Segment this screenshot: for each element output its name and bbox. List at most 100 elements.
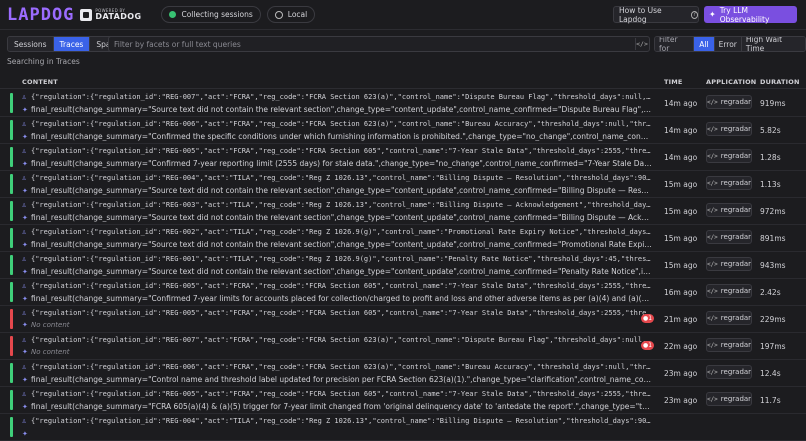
tab-sessions[interactable]: Sessions — [8, 37, 54, 51]
trace-time: 22m ago — [664, 342, 698, 351]
local-mode-button[interactable]: Local — [266, 6, 316, 23]
code-icon: </> — [706, 368, 718, 376]
sparkle-icon: ✦ — [22, 133, 28, 141]
trace-row[interactable]: ♙ {"regulation":{"regulation_id":"REG-005… — [0, 279, 806, 306]
trace-time: 23m ago — [664, 369, 698, 378]
filter-high-wait-button[interactable]: High Wait Time — [741, 37, 805, 51]
trace-input: ♙ {"regulation":{"regulation_id":"REG-007… — [22, 93, 652, 101]
trace-row[interactable]: ♙ {"regulation":{"regulation_id":"REG-006… — [0, 117, 806, 144]
sparkle-icon: ✦ — [22, 241, 28, 249]
trace-output: ✦ final_result(change_summary="Source tex… — [22, 186, 652, 195]
filter-error-button[interactable]: Error — [714, 37, 742, 51]
sparkle-icon: ✦ — [22, 295, 28, 303]
trace-row[interactable]: ♙ {"regulation":{"regulation_id":"REG-004… — [0, 414, 806, 441]
user-icon: ♙ — [22, 201, 27, 209]
code-icon: </> — [706, 341, 718, 349]
col-duration[interactable]: DURATION — [760, 78, 800, 86]
code-icon: </> — [706, 233, 718, 241]
trace-row[interactable]: ♙ {"regulation":{"regulation_id":"REG-007… — [0, 90, 806, 117]
searching-label: Searching in Traces — [7, 57, 80, 66]
collecting-status[interactable]: Collecting sessions — [161, 6, 261, 23]
error-count-badge: ● 1 — [641, 341, 655, 350]
trace-input: ♙ {"regulation":{"regulation_id":"REG-001… — [22, 255, 652, 263]
application-tag[interactable]: </> regradar — [706, 122, 752, 136]
filter-bar: Sessions Traces Spans </> Filter for All… — [0, 36, 806, 54]
trace-input: ♙ {"regulation":{"regulation_id":"REG-006… — [22, 120, 652, 128]
application-tag[interactable]: </> regradar — [706, 365, 752, 379]
datadog-badge: POWERED BY DATADOG — [80, 8, 141, 21]
trace-row[interactable]: ♙ {"regulation":{"regulation_id":"REG-005… — [0, 306, 806, 333]
trace-duration: 1.28s — [760, 153, 781, 162]
code-icon: </> — [706, 395, 718, 403]
trace-output: ✦ final_result(change_summary="Source tex… — [22, 105, 652, 114]
trace-time: 21m ago — [664, 315, 698, 324]
col-content[interactable]: CONTENT — [22, 78, 58, 86]
col-application[interactable]: APPLICATION — [706, 78, 756, 86]
trace-input: ♙ {"regulation":{"regulation_id":"REG-002… — [22, 228, 652, 236]
search-box: </> — [108, 36, 650, 52]
status-bar — [10, 417, 13, 437]
application-tag[interactable]: </> regradar — [706, 230, 752, 244]
trace-row[interactable]: ♙ {"regulation":{"regulation_id":"REG-003… — [0, 198, 806, 225]
trace-duration: 197ms — [760, 342, 786, 351]
try-llm-button[interactable]: ✦ Try LLM Observability — [704, 5, 797, 24]
trace-duration: 12.4s — [760, 369, 781, 378]
status-bar — [10, 174, 13, 194]
trace-input: ♙ {"regulation":{"regulation_id":"REG-004… — [22, 417, 652, 425]
trace-duration: 972ms — [760, 207, 786, 216]
user-icon: ♙ — [22, 147, 27, 155]
status-bar — [10, 120, 13, 140]
filter-for-group: Filter for All Error High Wait Time — [654, 36, 806, 52]
trace-time: 15m ago — [664, 207, 698, 216]
lapdog-logo[interactable]: LAPDOG — [7, 5, 74, 25]
code-icon: </> — [706, 314, 718, 322]
status-bar — [10, 363, 13, 383]
status-bar — [10, 228, 13, 248]
application-tag[interactable]: </> regradar — [706, 203, 752, 217]
status-bar — [10, 147, 13, 167]
application-tag[interactable]: </> regradar — [706, 284, 752, 298]
application-tag[interactable]: </> regradar — [706, 149, 752, 163]
trace-row[interactable]: ♙ {"regulation":{"regulation_id":"REG-001… — [0, 252, 806, 279]
filter-all-button[interactable]: All — [694, 37, 715, 51]
status-bar — [10, 282, 13, 302]
trace-duration: 5.82s — [760, 126, 781, 135]
trace-time: 23m ago — [664, 396, 698, 405]
top-bar: LAPDOG POWERED BY DATADOG Collecting ses… — [0, 0, 806, 30]
code-icon: </> — [706, 287, 718, 295]
user-icon: ♙ — [22, 228, 27, 236]
trace-row[interactable]: ♙ {"regulation":{"regulation_id":"REG-007… — [0, 333, 806, 360]
trace-row[interactable]: ♙ {"regulation":{"regulation_id":"REG-005… — [0, 387, 806, 414]
col-time[interactable]: TIME — [664, 78, 683, 86]
trace-row[interactable]: ♙ {"regulation":{"regulation_id":"REG-002… — [0, 225, 806, 252]
application-tag[interactable]: </> regradar — [706, 392, 752, 406]
trace-time: 15m ago — [664, 261, 698, 270]
user-icon: ♙ — [22, 363, 27, 371]
try-llm-label: Try LLM Observability — [719, 5, 770, 24]
how-to-label: How to Use Lapdog — [619, 5, 662, 24]
user-icon: ♙ — [22, 417, 27, 425]
trace-row[interactable]: ♙ {"regulation":{"regulation_id":"REG-006… — [0, 360, 806, 387]
sparkle-icon: ✦ — [22, 214, 28, 222]
how-to-button[interactable]: How to Use Lapdog ? — [613, 5, 699, 24]
trace-output: ✦ final_result(change_summary="Control na… — [22, 375, 652, 384]
application-tag[interactable]: </> regradar — [706, 95, 752, 109]
help-icon: ? — [690, 10, 698, 19]
trace-input: ♙ {"regulation":{"regulation_id":"REG-007… — [22, 336, 652, 344]
sparkle-icon: ✦ — [22, 106, 28, 114]
trace-row[interactable]: ♙ {"regulation":{"regulation_id":"REG-004… — [0, 171, 806, 198]
code-icon[interactable]: </> — [635, 38, 648, 50]
tab-traces[interactable]: Traces — [53, 37, 91, 51]
trace-row[interactable]: ♙ {"regulation":{"regulation_id":"REG-005… — [0, 144, 806, 171]
trace-output: ✦ final_result(change_summary="Confirmed … — [22, 294, 652, 303]
application-tag[interactable]: </> regradar — [706, 338, 752, 352]
trace-output: ✦ final_result(change_summary="Source tex… — [22, 267, 652, 276]
status-dot-icon — [169, 11, 177, 18]
sparkle-icon: ✦ — [22, 268, 28, 276]
application-tag[interactable]: </> regradar — [706, 257, 752, 271]
user-icon: ♙ — [22, 309, 27, 317]
application-tag[interactable]: </> regradar — [706, 176, 752, 190]
search-input[interactable] — [114, 39, 624, 49]
trace-output: ✦ final_result(change_summary="Source tex… — [22, 213, 652, 222]
application-tag[interactable]: </> regradar — [706, 311, 752, 325]
